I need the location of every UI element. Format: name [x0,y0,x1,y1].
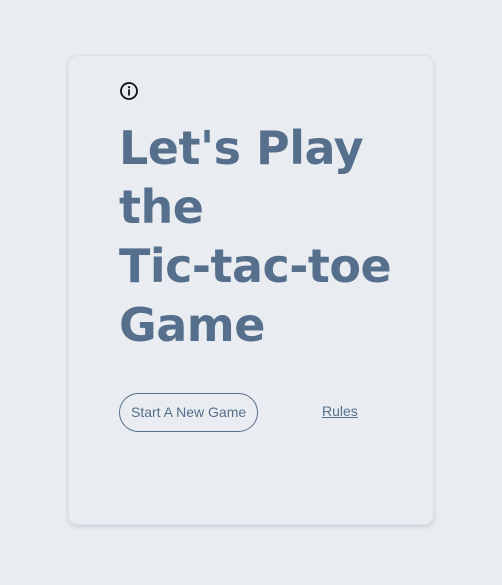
welcome-card: Let's Play the Tic-tac-toe Game Start A … [68,55,434,525]
info-icon[interactable] [119,81,139,101]
title-line-4: Game [119,298,265,352]
title-line-2: the [119,180,204,234]
start-new-game-button[interactable]: Start A New Game [119,393,259,432]
title-line-3: Tic-tac-toe [119,239,392,293]
title-line-1: Let's Play [119,121,364,175]
rules-link[interactable]: Rules [322,403,358,419]
page-title: Let's Play the Tic-tac-toe Game [119,119,419,355]
